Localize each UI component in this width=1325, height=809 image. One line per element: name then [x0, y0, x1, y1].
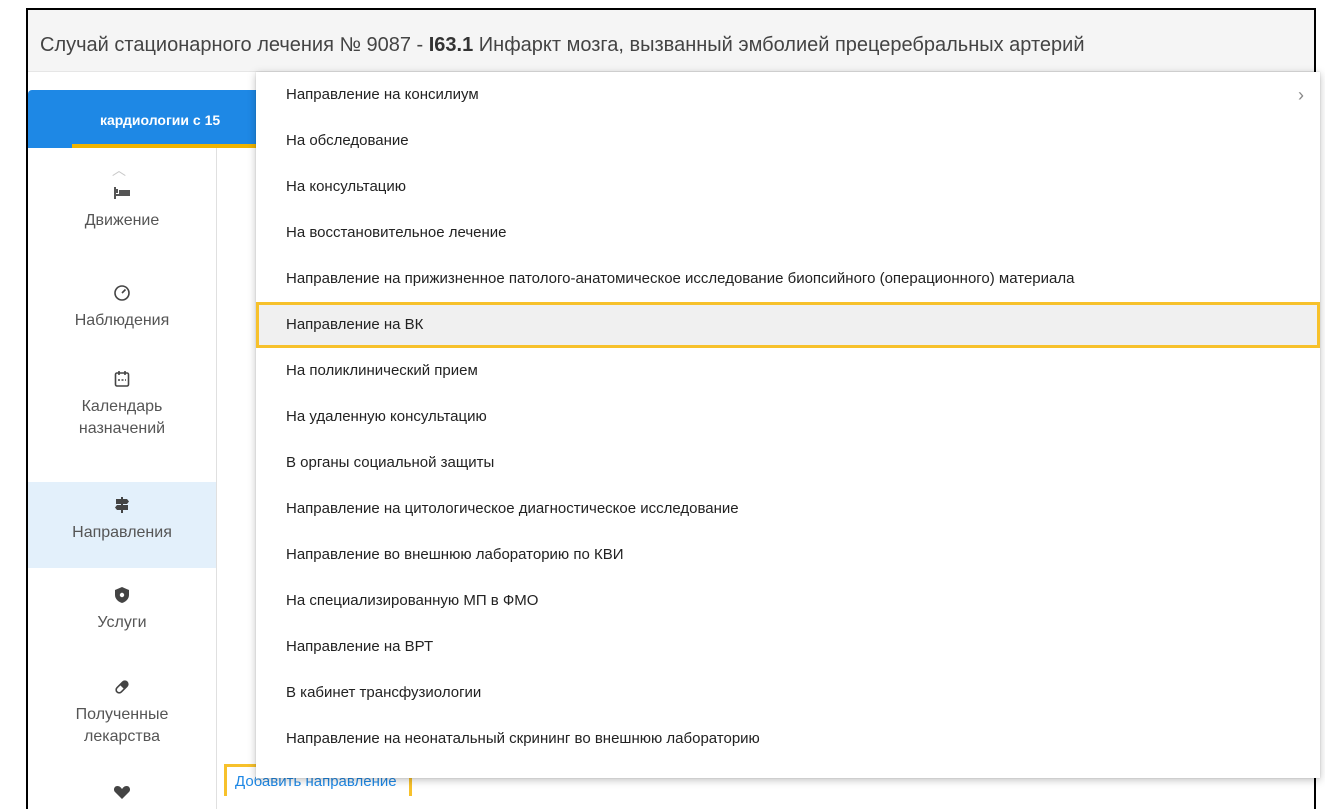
sidebar-item-more[interactable]	[28, 784, 216, 809]
sidebar-item-observations[interactable]: Наблюдения	[28, 284, 216, 346]
menu-item-label: На обследование	[286, 132, 409, 149]
menu-item-consilium[interactable]: Направление на консилиум ›	[256, 72, 1320, 118]
sidebar-item-services[interactable]: Услуги	[28, 586, 216, 648]
diagnosis-code: I63.1	[428, 34, 474, 56]
menu-item-pathology[interactable]: Направление на прижизненное патолого-ана…	[256, 256, 1320, 302]
sidebar-item-label: Полученные лекарства	[75, 706, 169, 745]
shield-icon	[28, 586, 216, 606]
menu-item-consultation[interactable]: На консультацию	[256, 164, 1320, 210]
menu-item-label: Направление на ВРТ	[286, 638, 434, 655]
menu-item-label: В органы социальной защиты	[286, 454, 495, 471]
menu-item-label: Направление на неонатальный скрининг во …	[286, 730, 760, 747]
menu-item-label: На удаленную консультацию	[286, 408, 487, 425]
menu-item-vk[interactable]: Направление на ВК	[256, 302, 1320, 348]
menu-item-label: Направление на прижизненное патолого-ана…	[286, 270, 1075, 287]
sidebar-item-referrals[interactable]: Направления	[28, 482, 216, 568]
case-header: Случай стационарного лечения № 9087 - I6…	[28, 10, 1314, 72]
bed-icon	[28, 184, 216, 204]
department-tab-label: кардиологии с 15	[100, 112, 221, 128]
pill-icon	[28, 678, 216, 698]
sidebar-item-received-drugs[interactable]: Полученные лекарства	[28, 678, 216, 778]
menu-item-cytology[interactable]: Направление на цитологическое диагностич…	[256, 486, 1320, 532]
menu-item-label: Направление на ВК	[286, 316, 424, 333]
sidebar-item-movement[interactable]: Движение	[28, 184, 216, 246]
referral-type-menu: Направление на консилиум › На обследован…	[256, 72, 1320, 778]
menu-item-specialized-care[interactable]: На специализированную МП в ФМО	[256, 578, 1320, 624]
menu-item-label: На специализированную МП в ФМО	[286, 592, 539, 609]
menu-item-neonatal-screening[interactable]: Направление на неонатальный скрининг во …	[256, 716, 1320, 762]
menu-item-kvi-lab[interactable]: Направление во внешнюю лабораторию по КВ…	[256, 532, 1320, 578]
menu-item-label: Направление во внешнюю лабораторию по КВ…	[286, 546, 624, 563]
sidebar-item-label: Услуги	[97, 614, 147, 631]
menu-item-label: Направление на цитологическое диагностич…	[286, 500, 739, 517]
sidebar: ︿ Движение Наблюдения Календарь назначен…	[28, 148, 217, 809]
heart-handshake-icon	[28, 784, 216, 804]
title-suffix: Инфаркт мозга, вызванный эмболией прецер…	[473, 34, 1085, 56]
sidebar-item-label: Движение	[84, 212, 160, 229]
menu-item-transfusiology[interactable]: В кабинет трансфузиологии	[256, 670, 1320, 716]
calendar-icon	[28, 370, 216, 390]
page-title: Случай стационарного лечения № 9087 - I6…	[40, 34, 1085, 57]
sidebar-item-label: Календарь назначений	[78, 398, 166, 437]
menu-item-label: На поликлинический прием	[286, 362, 478, 379]
menu-item-outpatient[interactable]: На поликлинический прием	[256, 348, 1320, 394]
menu-item-rehabilitation[interactable]: На восстановительное лечение	[256, 210, 1320, 256]
sidebar-item-calendar[interactable]: Календарь назначений	[28, 370, 216, 470]
chevron-right-icon: ›	[1298, 85, 1304, 105]
title-prefix: Случай стационарного лечения № 9087 -	[40, 34, 429, 56]
scroll-up-icon[interactable]: ︿	[112, 160, 126, 180]
menu-item-label: Направление на консилиум	[286, 86, 479, 103]
gauge-icon	[28, 284, 216, 304]
menu-item-label: На восстановительное лечение	[286, 224, 507, 241]
menu-item-label: В кабинет трансфузиологии	[286, 684, 482, 701]
menu-item-vrt[interactable]: Направление на ВРТ	[256, 624, 1320, 670]
menu-item-examination[interactable]: На обследование	[256, 118, 1320, 164]
sidebar-item-label: Наблюдения	[74, 312, 170, 329]
sidebar-item-label: Направления	[72, 524, 172, 541]
department-tab[interactable]: кардиологии с 15	[28, 90, 268, 148]
menu-item-social-protection[interactable]: В органы социальной защиты	[256, 440, 1320, 486]
menu-item-remote-consultation[interactable]: На удаленную консультацию	[256, 394, 1320, 440]
signpost-icon	[28, 496, 216, 516]
menu-item-label: На консультацию	[286, 178, 407, 195]
